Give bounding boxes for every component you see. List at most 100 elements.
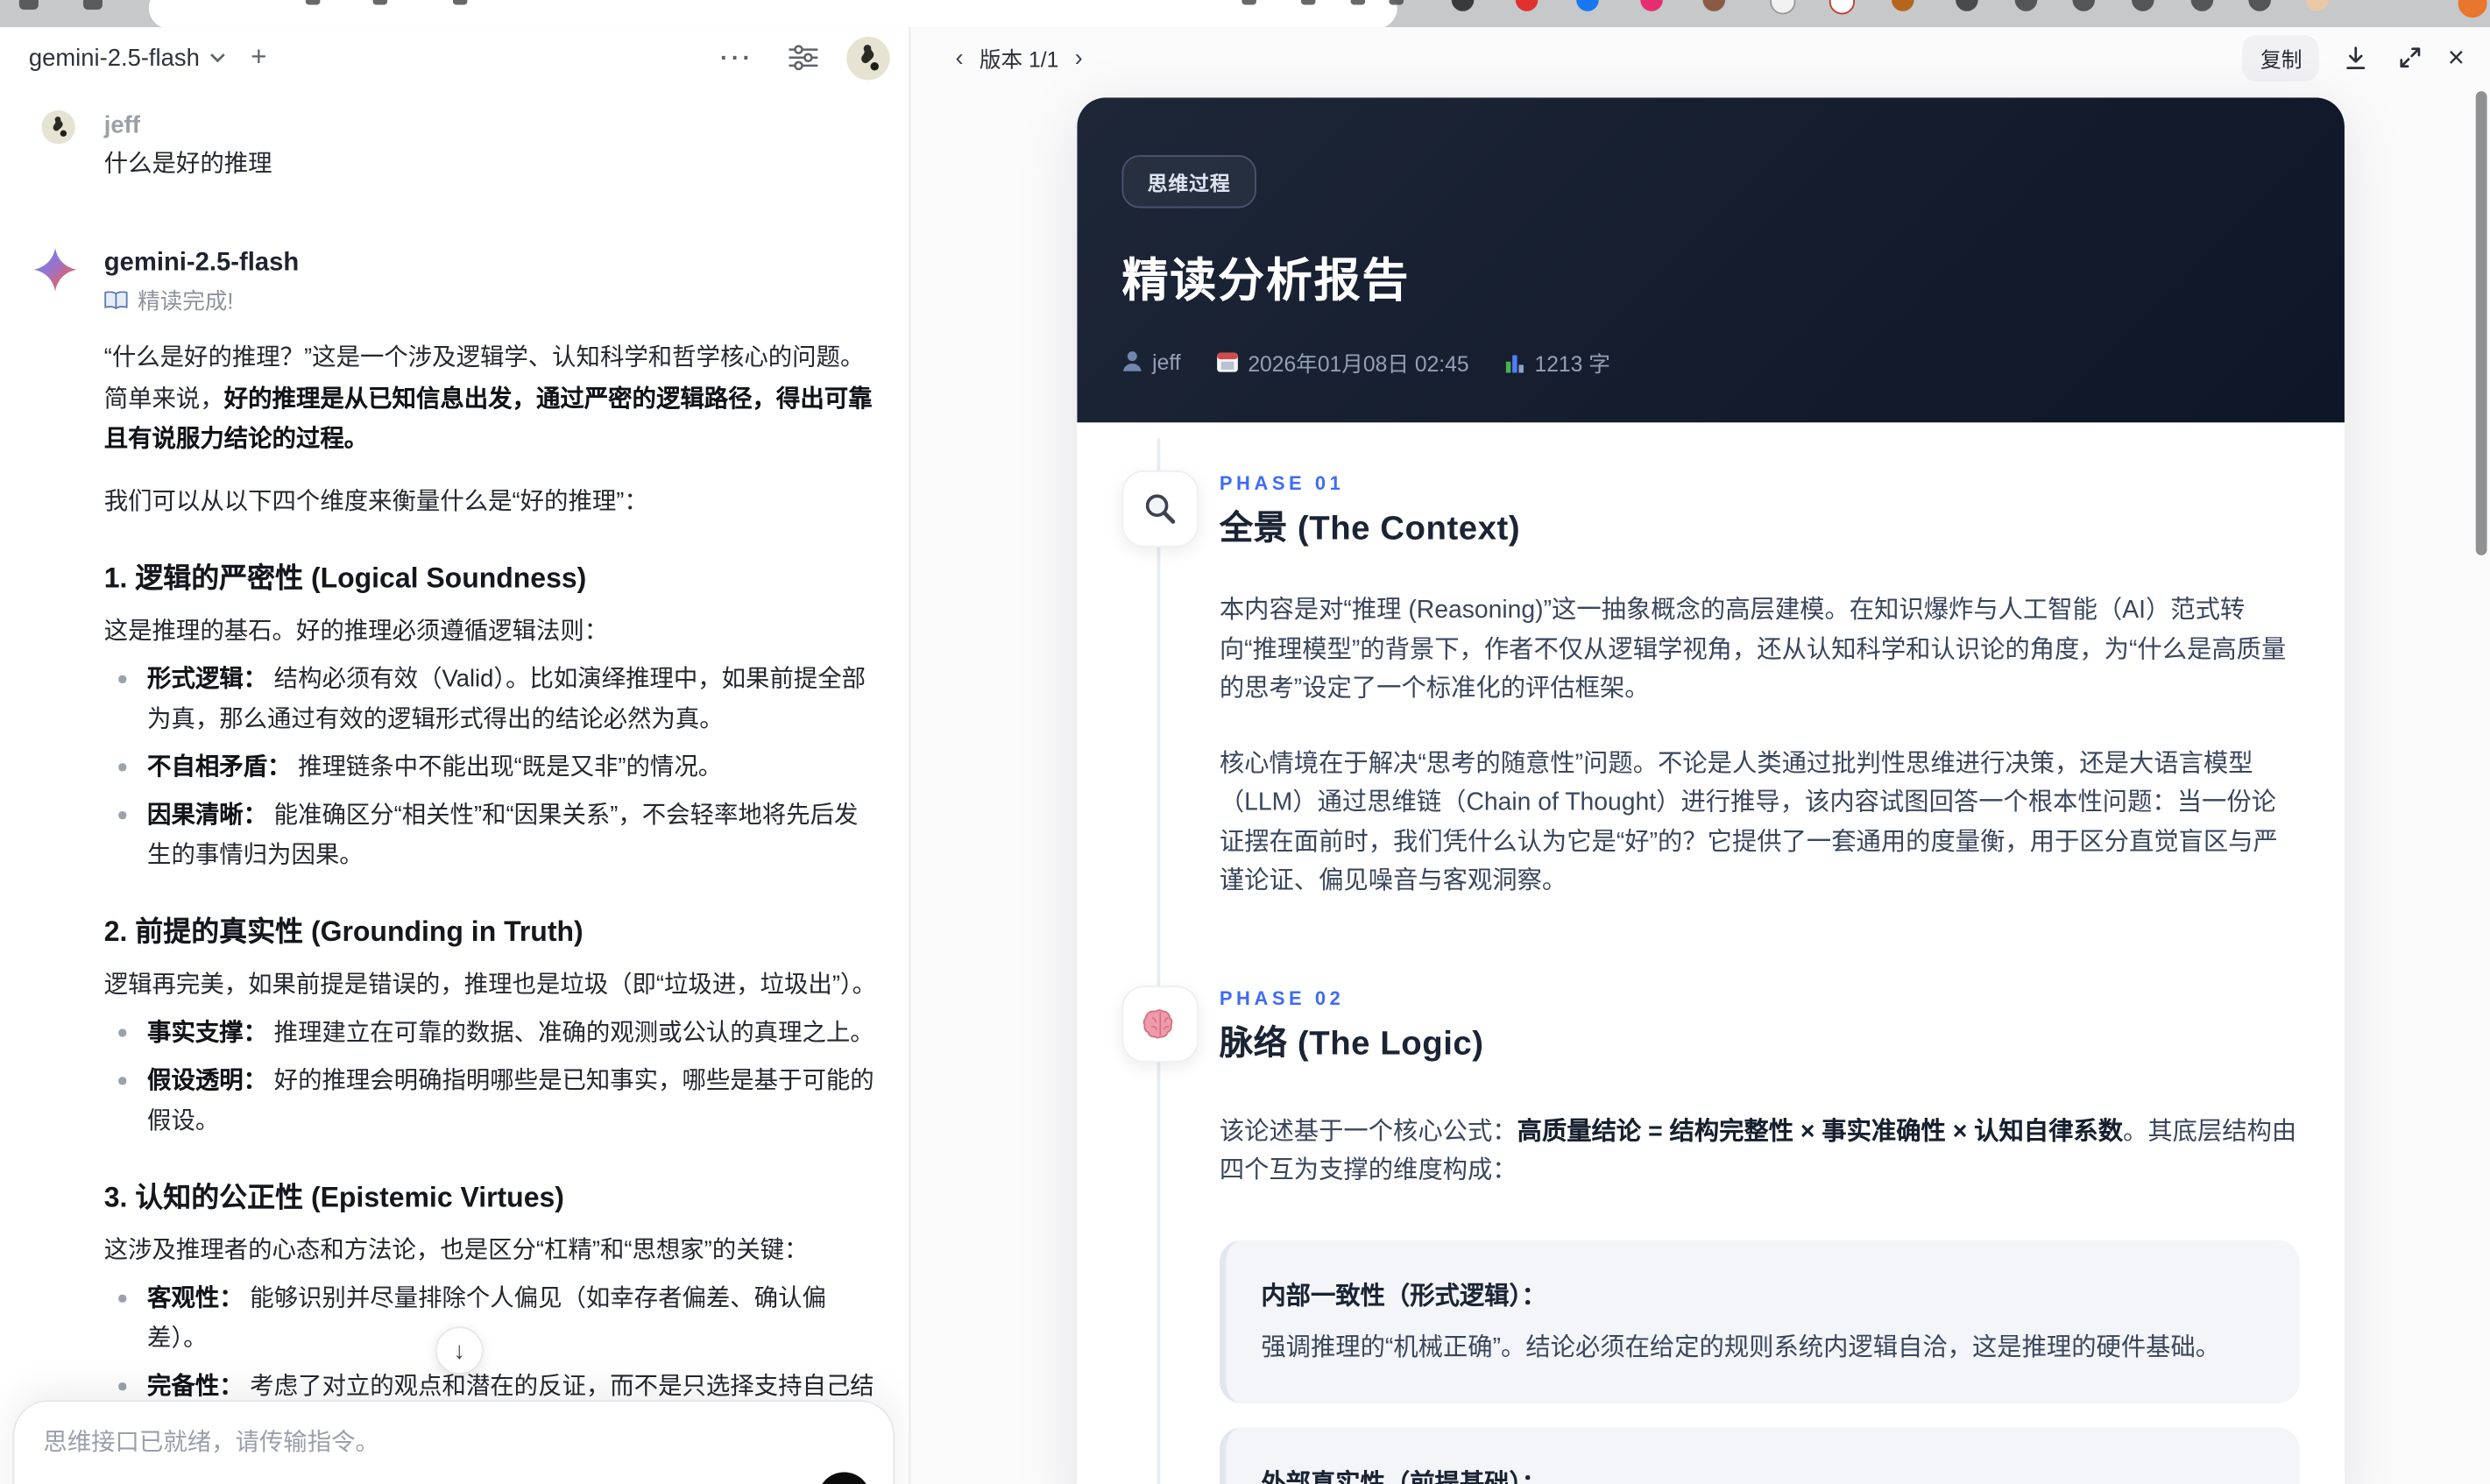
phase2-formula: 该论述基于一个核心公式：高质量结论 = 结构完整性 × 事实准确性 × 认知自律…: [1219, 1117, 2297, 1184]
user-avatar-small: [41, 110, 75, 145]
tab-grid-icon[interactable]: [82, 0, 103, 10]
dimension-card: 内部一致性（形式逻辑）： 强调推理的“机械正确”。结论必须在给定的规则系统内逻辑自…: [1219, 1239, 2300, 1403]
report-badge: 思维过程: [1121, 155, 1256, 208]
card-title: 内部一致性（形式逻辑）：: [1261, 1283, 1546, 1311]
phase-title: 脉络 (The Logic): [1219, 1024, 1484, 1062]
section-bullets: 事实支撑： 推理建立在可靠的数据、准确的观测或公认的真理之上。假设透明： 好的推…: [104, 1013, 877, 1141]
meta-author: jeff: [1121, 350, 1181, 374]
calendar-icon: [1216, 352, 1238, 372]
extension-icon[interactable]: [1702, 0, 1726, 11]
assistant-status-text: 精读完成!: [138, 287, 234, 314]
version-prev-button[interactable]: ‹: [955, 46, 963, 69]
model-name-label: gemini-2.5-flash: [28, 44, 200, 72]
phase-label: PHASE 01: [1219, 471, 1345, 495]
chevron-down-icon: [209, 53, 225, 63]
assistant-message: gemini-2.5-flash 精读完成! “什么是好的推理？”这是一个涉及逻…: [32, 246, 877, 1484]
version-label: 版本 1/1: [979, 47, 1059, 73]
phase1-paragraph-1: 本内容是对“推理 (Reasoning)”这一抽象概念的高层建模。在知识爆炸与人…: [1219, 597, 2287, 703]
section-bullets: 形式逻辑： 结构必须有效（Valid）。比如演绎推理中，如果前提全部为真，那么通…: [104, 660, 877, 876]
download-button[interactable]: [2336, 37, 2377, 78]
brain-icon: [1121, 985, 1199, 1062]
model-selector[interactable]: gemini-2.5-flash: [29, 44, 225, 71]
logic-dimension-cards: 内部一致性（形式逻辑）： 强调推理的“机械正确”。结论必须在给定的规则系统内逻辑自…: [1219, 1239, 2300, 1484]
url-text-sliver: [452, 0, 468, 5]
bookmark-star-icon[interactable]: [1389, 0, 1404, 5]
browser-topbar: [0, 0, 2490, 28]
phase-01-section: PHASE 01 全景 (The Context) 本内容是对“推理 (Reas…: [1121, 470, 2299, 936]
chat-panel: gemini-2.5-flash + ··· jeff 什么是好的推理 gemi…: [0, 27, 909, 1484]
chat-transcript: jeff 什么是好的推理 gemini-2.5-flash 精读完成! “什么是…: [0, 97, 909, 1484]
gemini-star-icon: [33, 248, 77, 298]
magnifier-icon: [1121, 470, 1199, 548]
section-heading: 2. 前提的真实性 (Grounding in Truth): [103, 915, 584, 948]
extension-icon[interactable]: [2190, 0, 2214, 11]
user-message: jeff 什么是好的推理: [32, 110, 877, 182]
extension-icon[interactable]: [1451, 0, 1475, 11]
composer: +: [12, 1400, 895, 1484]
dimension-card: 外部真实性（前提基础）：强调推理的“经验校准”。解决“GIGO（垃圾进，垃圾出）…: [1219, 1427, 2300, 1484]
report-body: PHASE 01 全景 (The Context) 本内容是对“推理 (Reas…: [1077, 422, 2345, 1484]
extension-icon[interactable]: [2072, 0, 2096, 11]
copy-button[interactable]: 复制: [2242, 34, 2320, 81]
composer-toolbar: +: [40, 1472, 871, 1484]
more-options-button[interactable]: ···: [720, 44, 753, 71]
voice-input-button[interactable]: [817, 1472, 871, 1484]
version-nav: ‹ 版本 1/1 ›: [955, 41, 1082, 74]
chat-input[interactable]: [39, 1427, 871, 1459]
extension-icon[interactable]: [1640, 0, 1663, 11]
browser-menu-icon[interactable]: [2458, 0, 2487, 18]
url-text-sliver: [305, 0, 321, 5]
extension-icon[interactable]: [1892, 0, 1914, 11]
bullet-item: 假设透明： 好的推理会明确指明哪些是已知事实，哪些是基于可能的假设。: [104, 1061, 877, 1141]
section-desc: 逻辑再完美，如果前提是错误的，推理也是垃圾（即“垃圾进，垃圾出”）。: [103, 971, 877, 999]
card-body: 强调推理的“机械正确”。结论必须在给定的规则系统内逻辑自洽，这是推理的硬件基础。: [1261, 1333, 2221, 1361]
meta-word-count: 1213 字: [1504, 346, 1610, 378]
bullet-item: 形式逻辑： 结构必须有效（Valid）。比如演绎推理中，如果前提全部为真，那么通…: [104, 660, 877, 739]
report-header: 思维过程 精读分析报告 jeff 2026年01月08日 02:45 1213 …: [1077, 97, 2345, 423]
report-card: 思维过程 精读分析报告 jeff 2026年01月08日 02:45 1213 …: [1077, 97, 2345, 1484]
user-name: jeff: [103, 111, 140, 139]
version-next-button[interactable]: ›: [1075, 46, 1083, 69]
new-chat-button[interactable]: +: [251, 41, 266, 74]
tune-settings-icon[interactable]: [789, 45, 818, 71]
bullet-item: 不自相矛盾： 推理链条中不能出现“既是又非”的情况。: [104, 747, 877, 788]
scrollbar-thumb[interactable]: [2475, 91, 2487, 555]
assistant-sections: 1. 逻辑的严密性 (Logical Soundness) 这是推理的基石。好的推…: [104, 560, 877, 1484]
phase-title: 全景 (The Context): [1219, 510, 1521, 548]
section-heading: 3. 认知的公正性 (Epistemic Virtues): [103, 1181, 564, 1213]
meta-date: 2026年01月08日 02:45: [1216, 346, 1469, 378]
bullet-item: 事实支撑： 推理建立在可靠的数据、准确的观测或公认的真理之上。: [104, 1013, 877, 1053]
fullscreen-button[interactable]: [2390, 37, 2431, 78]
phase1-paragraph-2: 核心情境在于解决“思考的随意性”问题。不论是人类通过批判性思维进行决策，还是大语…: [1219, 749, 2278, 895]
extension-icon[interactable]: [2132, 0, 2154, 11]
card-title: 外部真实性（前提基础）：: [1261, 1464, 2258, 1484]
share-icon[interactable]: [1241, 0, 1256, 5]
reader-icon[interactable]: [1350, 0, 1366, 5]
extension-icon[interactable]: [1576, 0, 1599, 11]
extension-icon[interactable]: [2014, 0, 2038, 11]
section-desc: 这是推理的基石。好的推理必须遵循逻辑法则：: [103, 618, 609, 646]
chat-header: gemini-2.5-flash + ···: [0, 27, 909, 88]
assistant-status: 精读完成!: [104, 285, 877, 317]
user-message-text: 什么是好的推理: [103, 150, 272, 178]
extension-icon[interactable]: [1515, 0, 1539, 11]
reload-icon[interactable]: [18, 0, 39, 10]
translate-icon[interactable]: [1301, 0, 1316, 5]
phase-label: PHASE 02: [1219, 986, 1345, 1009]
phase-02-section: PHASE 02 脉络 (The Logic) 该论述基于一个核心公式：高质量结…: [1121, 985, 2300, 1484]
bullet-item: 客观性： 能够识别并尽量排除个人偏见（如幸存者偏差、确认偏差）。: [104, 1278, 877, 1358]
assistant-name: gemini-2.5-flash: [103, 249, 300, 278]
assistant-intro: “什么是好的推理？”这是一个涉及逻辑学、认知科学和哲学核心的问题。简单来说，好的…: [103, 343, 873, 453]
profile-avatar-icon[interactable]: [2306, 0, 2329, 11]
bar-chart-icon: [1505, 354, 1524, 372]
extension-icon[interactable]: [1770, 0, 1796, 15]
report-title: 精读分析报告: [1121, 256, 1411, 307]
extension-icon[interactable]: [2248, 0, 2271, 11]
url-bar[interactable]: [148, 0, 1404, 28]
extension-icon[interactable]: [1956, 0, 1978, 11]
scroll-to-bottom-button[interactable]: ↓: [435, 1326, 484, 1375]
assistant-lead: 我们可以从以下四个维度来衡量什么是“好的推理”：: [103, 487, 648, 515]
close-button[interactable]: ×: [2448, 43, 2465, 72]
user-avatar[interactable]: [846, 36, 890, 80]
extension-icon[interactable]: [1829, 0, 1856, 15]
